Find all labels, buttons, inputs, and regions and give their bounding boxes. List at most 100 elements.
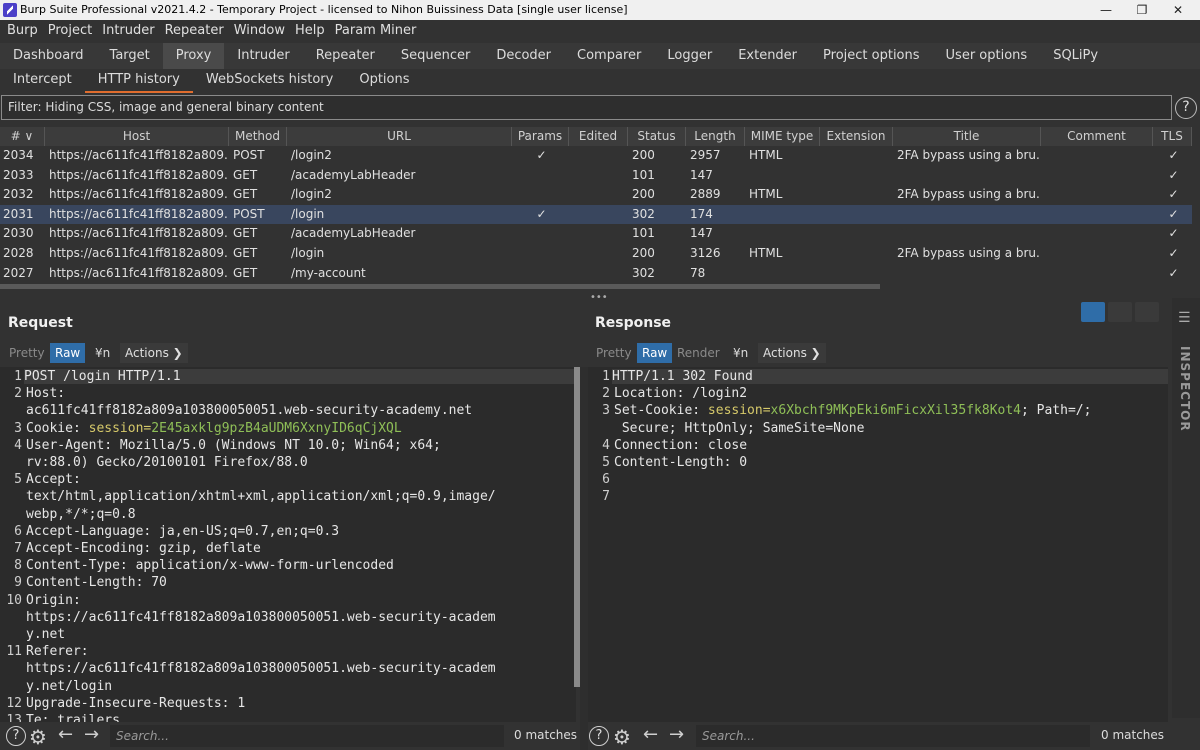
column-header-params[interactable]: Params — [512, 127, 569, 146]
table-row[interactable]: 2032 https://ac611fc41ff8182a809... GET/lo… — [0, 185, 1192, 205]
split-handle[interactable]: ••• — [590, 292, 608, 303]
table-row[interactable]: 2027 https://ac611fc41ff8182a809... GET/my… — [0, 264, 1192, 284]
response-newline-button[interactable]: ¥n — [728, 343, 753, 363]
close-button[interactable]: ✕ — [1160, 0, 1196, 20]
request-actions-button[interactable]: Actions ❯ — [120, 343, 188, 363]
tab-repeater[interactable]: Repeater — [303, 43, 388, 69]
cell-tls: ✓ — [1168, 206, 1179, 221]
column-header-num[interactable]: # ∨ — [0, 127, 45, 146]
column-header-edited[interactable]: Edited — [569, 127, 628, 146]
request-token: session= — [88, 420, 152, 436]
response-pretty-button[interactable]: Pretty — [591, 343, 637, 363]
column-header-host[interactable]: Host — [45, 127, 229, 146]
table-row[interactable]: 2034 https://ac611fc41ff8182a809... POST/l… — [0, 146, 1192, 166]
response-forward-arrow-icon[interactable]: → — [669, 724, 684, 745]
response-actions-button[interactable]: Actions ❯ — [758, 343, 826, 363]
column-header-length[interactable]: Length — [686, 127, 745, 146]
cell-method: POST — [233, 206, 265, 221]
request-line: Content-Type: application/x-www-form-url… — [26, 558, 394, 573]
column-header-title[interactable]: Title — [893, 127, 1041, 146]
layout-side-by-side-icon[interactable] — [1081, 302, 1105, 322]
column-header-url[interactable]: URL — [287, 127, 512, 146]
column-header-tls[interactable]: TLS — [1153, 127, 1192, 146]
response-token: ; Path=/; — [1021, 403, 1092, 419]
table-row[interactable]: 2030 https://ac611fc41ff8182a809... GET/ac… — [0, 224, 1192, 244]
cell-method: POST — [233, 148, 265, 162]
cell-mime: HTML — [749, 245, 783, 260]
cell-url: /login — [291, 206, 325, 221]
cell-length: 147 — [690, 167, 713, 182]
request-token: POST /login HTTP/1.1 — [24, 369, 181, 384]
layout-stacked-icon[interactable] — [1108, 302, 1132, 322]
menu-repeater[interactable]: Repeater — [165, 20, 224, 42]
request-token: Accept-Language: ja,en-US;q=0.7,en;q=0.3 — [26, 523, 340, 539]
tab-dashboard[interactable]: Dashboard — [0, 43, 97, 69]
request-token: Content-Length: 70 — [26, 575, 167, 591]
request-pretty-button[interactable]: Pretty — [4, 343, 50, 363]
column-header-ext[interactable]: Extension — [820, 127, 893, 146]
cell-tls: ✓ — [1168, 245, 1179, 260]
response-settings-icon[interactable]: ⚙ — [613, 725, 631, 749]
subtab-options[interactable]: Options — [346, 69, 422, 93]
response-line-number: 3 — [602, 403, 610, 419]
tab-comparer[interactable]: Comparer — [564, 43, 654, 69]
column-header-comment[interactable]: Comment — [1041, 127, 1153, 146]
pane-divider[interactable] — [580, 367, 588, 750]
tab-target[interactable]: Target — [97, 43, 163, 69]
menu-burp[interactable]: Burp — [7, 20, 38, 42]
column-header-mime[interactable]: MIME type — [745, 127, 820, 146]
response-editor[interactable]: 1 HTTP/1.1 302 Found 2 Location: /login2 3 Se… — [588, 367, 1168, 722]
tab-user-options[interactable]: User options — [933, 43, 1041, 69]
menu-param-miner[interactable]: Param Miner — [335, 20, 417, 42]
request-back-arrow-icon[interactable]: ← — [58, 724, 73, 745]
response-line: Location: /login2 — [614, 386, 747, 401]
tab-logger[interactable]: Logger — [654, 43, 725, 69]
tab-extender[interactable]: Extender — [725, 43, 810, 69]
column-header-status[interactable]: Status — [628, 127, 686, 146]
response-heading: Response — [595, 315, 672, 331]
tab-project-options[interactable]: Project options — [810, 43, 933, 69]
response-line-number: 2 — [602, 386, 610, 402]
request-raw-button[interactable]: Raw — [50, 343, 86, 363]
inspector-menu-icon[interactable]: ☰ — [1178, 310, 1191, 326]
response-render-button[interactable]: Render — [672, 343, 725, 363]
request-line: ac611fc41ff8182a809a103800050051.web-sec… — [26, 403, 472, 418]
table-row[interactable]: 2031 https://ac611fc41ff8182a809... POST/l… — [0, 204, 1192, 225]
response-back-arrow-icon[interactable]: ← — [643, 724, 658, 745]
tab-sqlipy[interactable]: SQLiPy — [1040, 43, 1111, 69]
tab-intruder[interactable]: Intruder — [224, 43, 302, 69]
request-search-input[interactable]: Search... — [110, 725, 504, 747]
menu-window[interactable]: Window — [234, 20, 285, 42]
response-help-icon[interactable]: ? — [589, 726, 609, 746]
tab-sequencer[interactable]: Sequencer — [388, 43, 483, 69]
filter-bar[interactable]: Filter: Hiding CSS, image and general bi… — [1, 95, 1172, 120]
request-line: Accept-Language: ja,en-US;q=0.7,en;q=0.3 — [26, 524, 339, 539]
column-header-method[interactable]: Method — [229, 127, 287, 146]
cell-host: https://ac611fc41ff8182a809... — [49, 245, 227, 260]
table-row[interactable]: 2033 https://ac611fc41ff8182a809... GET/ac… — [0, 166, 1192, 186]
request-help-icon[interactable]: ? — [6, 726, 26, 746]
request-settings-icon[interactable]: ⚙ — [29, 725, 47, 749]
layout-tabs-icon[interactable] — [1135, 302, 1159, 322]
request-editor[interactable]: 1 POST /login HTTP/1.1 2 Host: ac611fc41ff81… — [0, 367, 576, 722]
inspector-panel[interactable]: ☰ INSPECTOR — [1172, 298, 1200, 718]
menu-intruder[interactable]: Intruder — [102, 20, 154, 42]
table-horizontal-scrollbar[interactable] — [0, 284, 880, 289]
request-forward-arrow-icon[interactable]: → — [84, 724, 99, 745]
response-search-input[interactable]: Search... — [696, 725, 1090, 747]
subtab-intercept[interactable]: Intercept — [0, 69, 85, 93]
tab-decoder[interactable]: Decoder — [483, 43, 564, 69]
menu-project[interactable]: Project — [48, 20, 92, 42]
menu-help[interactable]: Help — [295, 20, 325, 42]
response-token: Location: /login2 — [614, 386, 748, 402]
subtab-websockets-history[interactable]: WebSockets history — [193, 69, 346, 93]
request-line-number: 9 — [14, 575, 22, 591]
request-newline-button[interactable]: ¥n — [90, 343, 115, 363]
subtab-http-history[interactable]: HTTP history — [84, 69, 193, 93]
help-icon[interactable]: ? — [1175, 97, 1197, 119]
tab-proxy[interactable]: Proxy — [162, 43, 225, 69]
minimize-button[interactable]: — — [1088, 0, 1124, 20]
response-raw-button[interactable]: Raw — [637, 343, 673, 363]
restore-button[interactable]: ❐ — [1124, 0, 1160, 20]
table-row[interactable]: 2028 https://ac611fc41ff8182a809... GET/lo… — [0, 244, 1192, 264]
